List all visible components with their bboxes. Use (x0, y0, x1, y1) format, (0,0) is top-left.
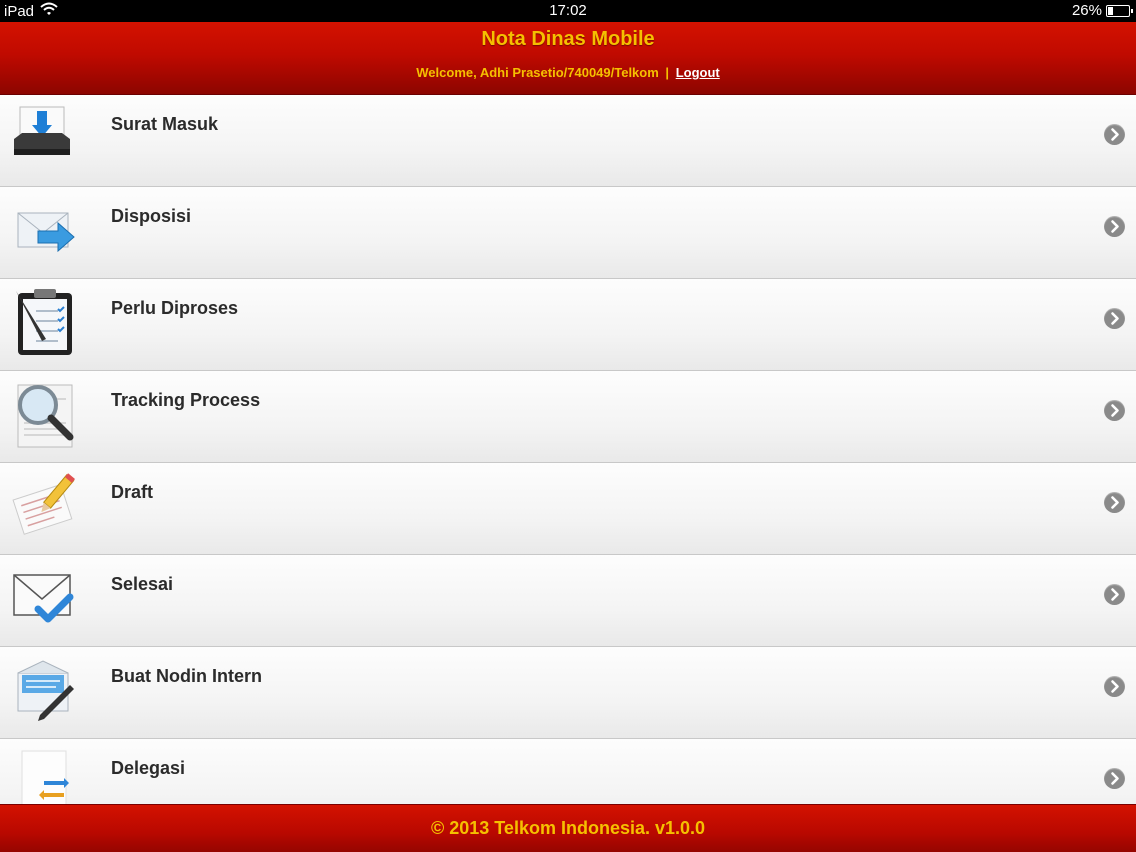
menu-item-perlu-diproses[interactable]: Perlu Diproses (0, 279, 1136, 371)
inbox-tray-icon (12, 103, 76, 173)
chevron-right-icon (1104, 400, 1125, 421)
battery-percent: 26% (1071, 2, 1102, 19)
welcome-line: Welcome, Adhi Prasetio/740049/Telkom | L… (0, 65, 1136, 80)
clipboard-checklist-icon (12, 287, 76, 357)
menu-item-label: Draft (111, 482, 154, 502)
chevron-right-icon (1104, 676, 1125, 697)
chevron-right-icon (1104, 308, 1125, 329)
envelope-check-icon (12, 563, 76, 633)
menu-item-surat-masuk[interactable]: Surat Masuk (0, 95, 1136, 187)
menu-item-label: Perlu Diproses (111, 298, 239, 318)
menu-item-label: Selesai (111, 574, 174, 594)
status-time: 17:02 (549, 2, 587, 19)
menu-item-label: Buat Nodin Intern (111, 666, 262, 686)
document-exchange-icon (12, 747, 76, 804)
menu-item-label: Disposisi (111, 206, 192, 226)
app-footer: © 2013 Telkom Indonesia. v1.0.0 (0, 804, 1136, 852)
app-title: Nota Dinas Mobile (481, 28, 655, 50)
menu-item-disposisi[interactable]: Disposisi (0, 187, 1136, 279)
pencil-draft-icon (12, 471, 76, 541)
app-header: Nota Dinas Mobile Welcome, Adhi Prasetio… (0, 22, 1136, 95)
compose-letter-icon (12, 655, 76, 725)
menu-item-label: Tracking Process (111, 390, 261, 410)
chevron-right-icon (1104, 216, 1125, 237)
menu-item-label: Delegasi (111, 758, 186, 778)
forward-envelope-icon (12, 195, 76, 265)
chevron-right-icon (1104, 768, 1125, 789)
chevron-right-icon (1104, 584, 1125, 605)
logout-link[interactable]: Logout (676, 65, 720, 80)
menu-item-label: Surat Masuk (111, 114, 219, 134)
menu-item-draft[interactable]: Draft (0, 463, 1136, 555)
menu-item-delegasi[interactable]: Delegasi (0, 739, 1136, 804)
copyright-text: © 2013 Telkom Indonesia. v1.0.0 (430, 818, 706, 838)
menu-item-tracking-process[interactable]: Tracking Process (0, 371, 1136, 463)
chevron-right-icon (1104, 492, 1125, 513)
status-bar: iPad 17:02 26% (0, 0, 1136, 22)
main-menu: Surat Masuk Disposisi Perlu Diproses Tra… (0, 95, 1136, 804)
battery-icon (1106, 4, 1133, 17)
welcome-separator: | (665, 65, 670, 80)
magnifier-document-icon (12, 379, 76, 449)
menu-item-selesai[interactable]: Selesai (0, 555, 1136, 647)
welcome-text: Welcome, Adhi Prasetio/740049/Telkom (416, 65, 659, 80)
chevron-right-icon (1104, 124, 1125, 145)
menu-item-buat-nodin-intern[interactable]: Buat Nodin Intern (0, 647, 1136, 739)
